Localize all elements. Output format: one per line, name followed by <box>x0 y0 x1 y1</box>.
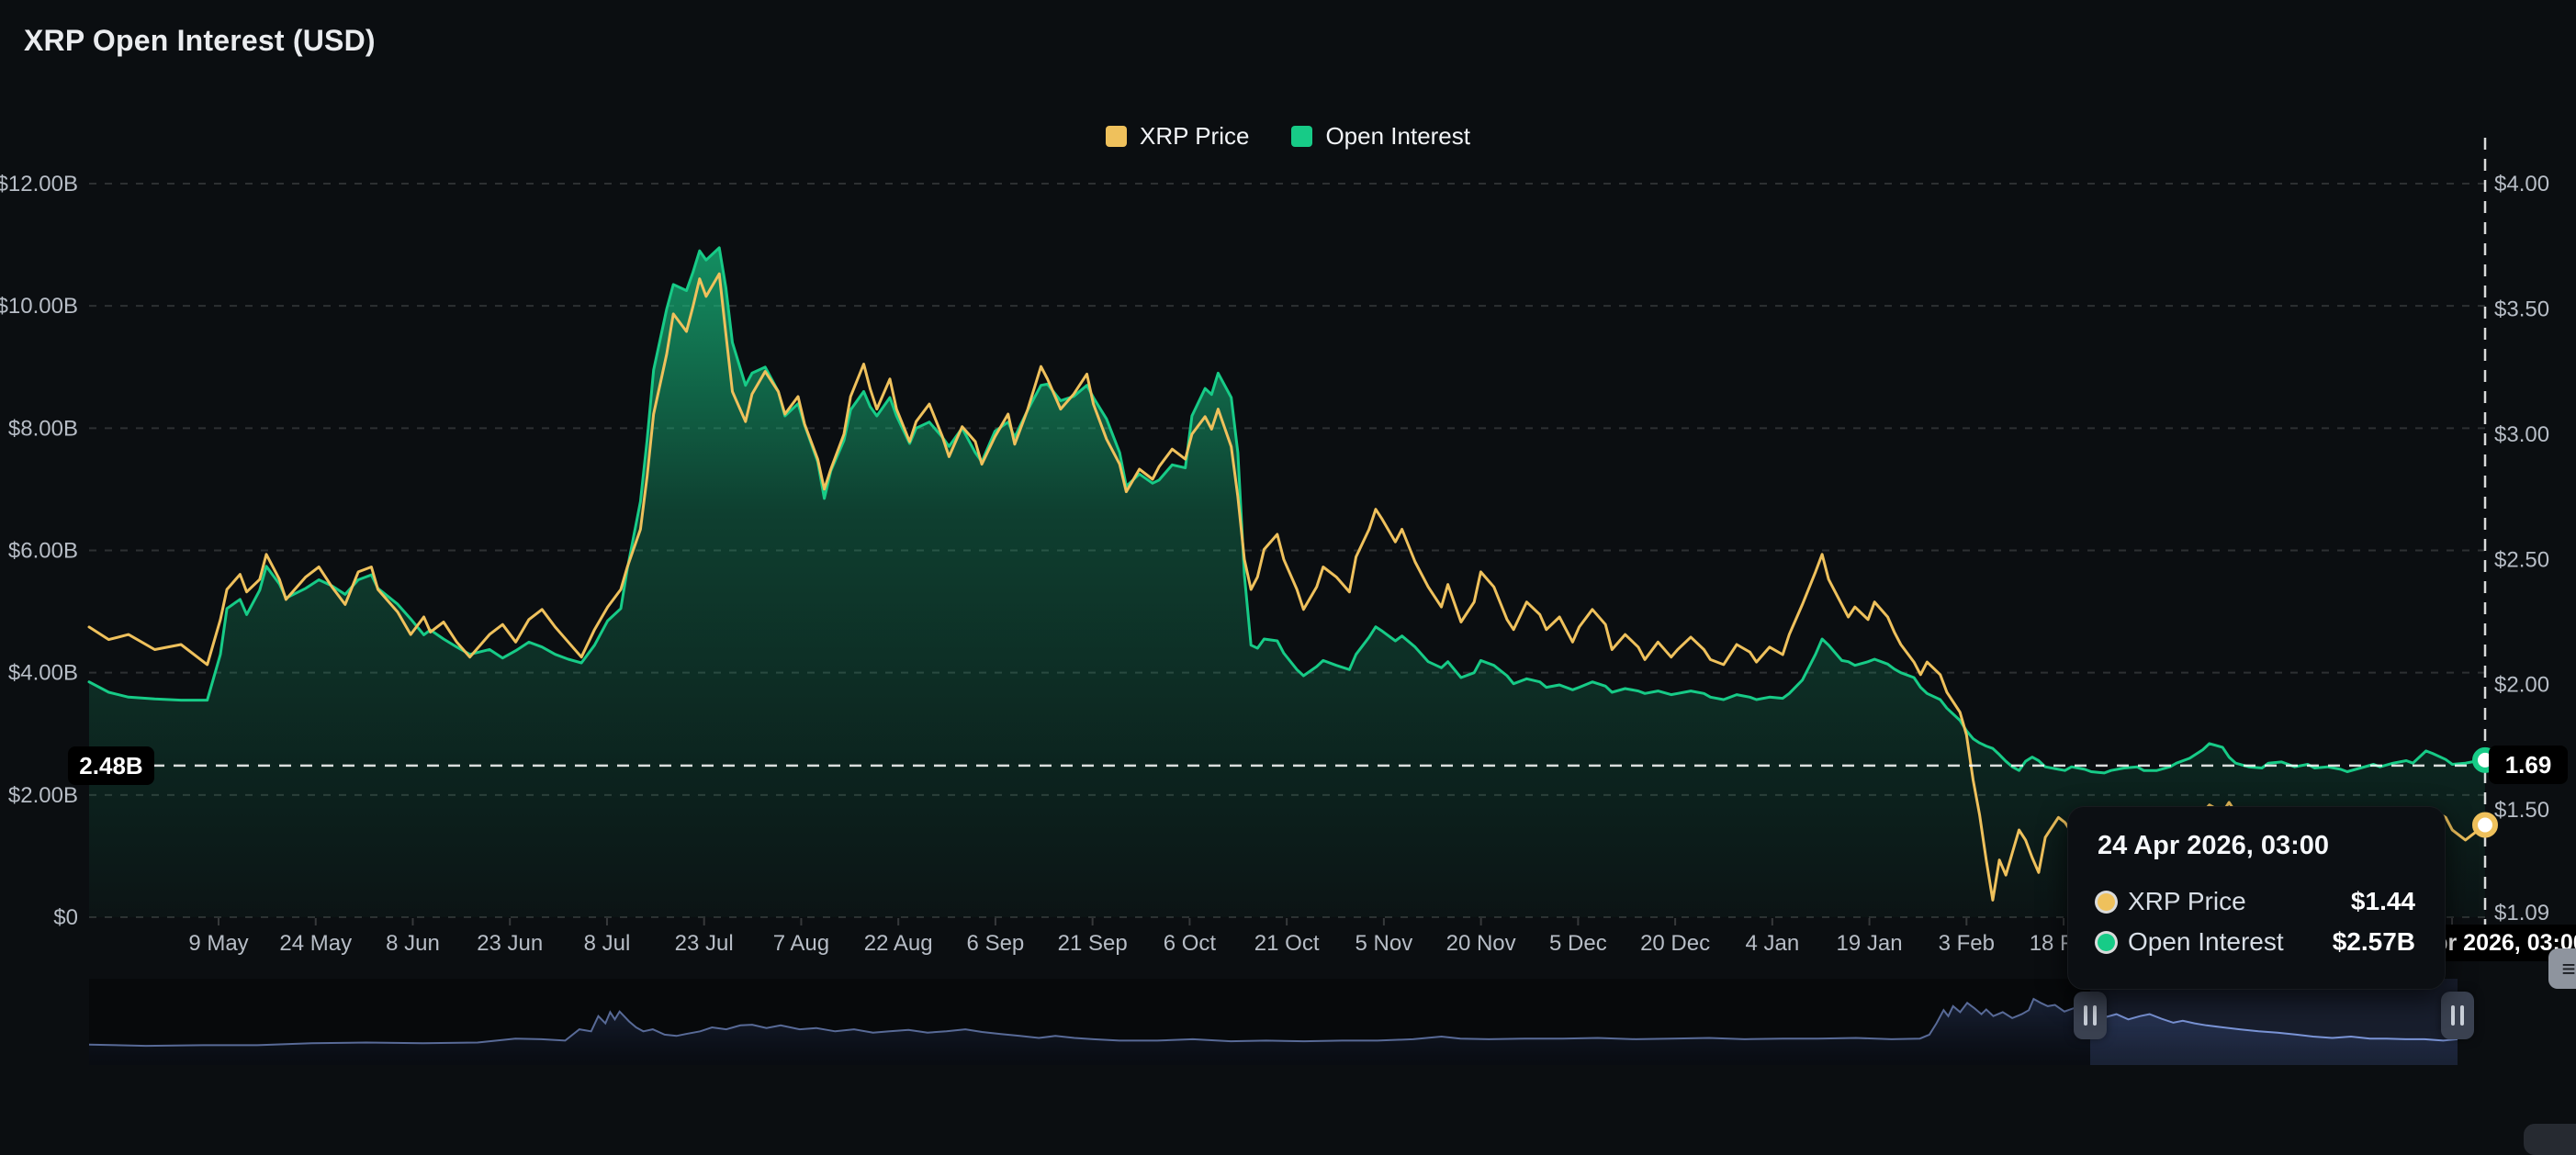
x-axis-tick-label: 20 Dec <box>1640 931 1710 956</box>
x-axis-tick-label: 6 Sep <box>967 931 1025 956</box>
y-axis-right-tick-label: $2.50 <box>2494 547 2549 572</box>
handle-grip-icon <box>2084 1005 2087 1026</box>
navigator-left-handle[interactable] <box>2074 992 2107 1039</box>
y-axis-right-tick-label: $2.00 <box>2494 673 2549 698</box>
y-axis-right-tick-label: $3.00 <box>2494 422 2549 447</box>
tooltip-row-label: Open Interest <box>2128 927 2284 956</box>
y-axis-left-tick-label: $2.00B <box>8 783 78 808</box>
crosshair-left-value-label: 2.48B <box>68 746 154 785</box>
y-axis-right-tick-label: $3.50 <box>2494 297 2549 321</box>
x-axis-tick-label: 5 Dec <box>1549 931 1607 956</box>
open-interest-dot-icon <box>2098 933 2115 951</box>
x-axis-tick-label: 9 May <box>188 931 248 956</box>
x-axis-tick-label: 3 Feb <box>1939 931 1995 956</box>
y-axis-left-tick-label: $12.00B <box>0 172 78 196</box>
y-axis-right-tick-label: $1.09 <box>2494 901 2549 925</box>
crosshair-right-value-label: 1.69 <box>2489 746 2568 784</box>
x-axis-tick-label: 22 Aug <box>864 931 933 956</box>
x-axis-tick-label: 19 Jan <box>1837 931 1903 956</box>
tooltip-row-xrp-price: XRP Price $1.44 <box>2098 887 2415 916</box>
x-axis-tick-label: 4 Jan <box>1745 931 1799 956</box>
x-axis-tick-label: 6 Oct <box>1164 931 1217 956</box>
y-axis-right-tick-label: $1.50 <box>2494 798 2549 823</box>
x-axis-tick-label: 8 Jul <box>584 931 631 956</box>
x-axis-tick-label: 24 May <box>279 931 352 956</box>
y-axis-left-tick-label: $10.00B <box>0 294 78 319</box>
xrp-price-dot-icon <box>2098 892 2115 911</box>
bottom-right-partial-widget[interactable] <box>2524 1124 2576 1155</box>
navigator-selected-range[interactable] <box>2090 979 2458 1065</box>
x-axis-tick-label: 20 Nov <box>1446 931 1516 956</box>
y-axis-right-tick-label: $4.00 <box>2494 172 2549 196</box>
x-axis-tick-label: 7 Aug <box>773 931 829 956</box>
y-axis-left-tick-label: $4.00B <box>8 661 78 686</box>
y-axis-left-tick-label: $0 <box>53 905 78 930</box>
navigator-right-handle[interactable] <box>2441 992 2474 1039</box>
y-axis-left-tick-label: $6.00B <box>8 539 78 564</box>
x-axis-tick-label: 8 Jun <box>386 931 440 956</box>
tooltip-row-value: $1.44 <box>2350 887 2415 915</box>
x-axis-tick-label: 23 Jun <box>477 931 543 956</box>
right-edge-scroll-button[interactable]: ≡ <box>2548 948 2576 989</box>
y-axis-left-tick-label: $8.00B <box>8 416 78 441</box>
tooltip-date: 24 Apr 2026, 03:00 <box>2098 831 2330 860</box>
tooltip-row-open-interest: Open Interest $2.57B <box>2098 927 2415 957</box>
xrp-open-interest-page: { "page": { "title": "XRP Open Interest … <box>0 0 2576 1155</box>
handle-grip-icon <box>2451 1005 2455 1026</box>
tooltip-row-label: XRP Price <box>2128 887 2246 915</box>
x-axis-tick-label: 5 Nov <box>1355 931 1413 956</box>
x-axis-tick-label: 23 Jul <box>675 931 734 956</box>
handle-grip-icon <box>2460 1005 2464 1026</box>
handle-grip-icon <box>2093 1005 2097 1026</box>
navigator-mask-left <box>89 979 2090 1065</box>
chart-tooltip: 24 Apr 2026, 03:00 XRP Price $1.44 Open … <box>2067 806 2446 990</box>
xrp-price-hover-marker <box>2472 812 2498 838</box>
tooltip-row-value: $2.57B <box>2332 927 2415 956</box>
x-axis-tick-label: 21 Oct <box>1254 931 1320 956</box>
x-axis-tick-label: 21 Sep <box>1058 931 1128 956</box>
